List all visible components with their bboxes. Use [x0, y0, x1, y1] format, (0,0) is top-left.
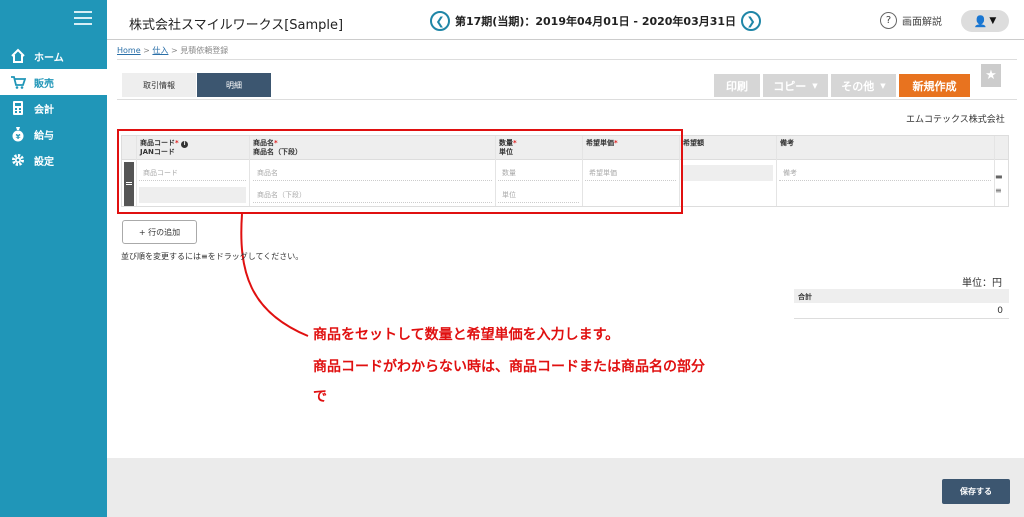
- menu-icon[interactable]: [74, 11, 92, 25]
- breadcrumb-current: 見積依頼登録: [180, 46, 229, 55]
- header-label: 希望額: [683, 139, 704, 147]
- print-button[interactable]: 印刷: [714, 74, 760, 97]
- header-note: 備考: [780, 139, 794, 148]
- copy-label: コピー: [773, 79, 807, 93]
- row-delete-icon[interactable]: ▬: [995, 172, 1005, 181]
- sidebar-item-label: ホーム: [34, 52, 64, 64]
- tab-transaction-info[interactable]: 取引情報: [122, 73, 196, 97]
- sidebar-item-sales[interactable]: 販売: [0, 69, 107, 95]
- bookmark-star-icon[interactable]: ★: [981, 64, 1001, 87]
- annotation-line-2: 商品コードがわからない時は、商品コードまたは商品名の部分: [313, 359, 705, 375]
- divider: [776, 136, 777, 206]
- footer-bar: [107, 458, 1024, 517]
- copy-button[interactable]: コピー ▼: [763, 74, 828, 97]
- annotation-line-1: 商品をセットして数量と希望単価を入力します。: [313, 327, 620, 343]
- chevron-down-icon: ▼: [989, 16, 997, 26]
- user-icon: 👤: [973, 14, 988, 28]
- period-label: 第17期(当期)：2019年04月01日 - 2020年03月31日: [455, 15, 737, 28]
- divider: [994, 136, 995, 206]
- divider: [117, 99, 1017, 100]
- sidebar-item-settings[interactable]: 設定: [0, 147, 107, 173]
- breadcrumb-separator: >: [168, 46, 181, 55]
- breadcrumb: Home > 仕入 > 見積依頼登録: [117, 45, 228, 56]
- save-button[interactable]: 保存する: [942, 479, 1010, 504]
- period-selector: ❮ 第17期(当期)：2019年04月01日 - 2020年03月31日 ❯: [430, 10, 762, 32]
- add-row-button[interactable]: + 行の追加: [122, 220, 197, 244]
- row-drag-icon[interactable]: ≡: [995, 186, 1005, 195]
- chevron-down-icon: ▼: [812, 81, 818, 90]
- annotation-pointer: [240, 213, 309, 337]
- sidebar-item-payroll[interactable]: ¥ 給与: [0, 121, 107, 147]
- annotation-line-3: で: [313, 389, 327, 405]
- supplier-name: エムコテックス株式会社: [906, 115, 1005, 125]
- company-name: 株式会社スマイルワークス[Sample]: [129, 18, 344, 33]
- divider: [117, 59, 1017, 60]
- home-icon: [10, 48, 26, 64]
- gear-icon: [10, 152, 26, 168]
- header-label: 備考: [780, 139, 794, 147]
- money-bag-icon: ¥: [10, 126, 26, 142]
- svg-text:¥: ¥: [16, 133, 21, 141]
- breadcrumb-separator: >: [140, 46, 153, 55]
- help-label: 画面解説: [902, 17, 942, 28]
- sidebar-item-label: 給与: [34, 130, 54, 142]
- reorder-hint: 並び順を変更するには≡をドラッグしてください。: [121, 252, 304, 261]
- top-header: 株式会社スマイルワークス[Sample] ❮ 第17期(当期)：2019年04月…: [107, 0, 1024, 40]
- sidebar-item-home[interactable]: ホーム: [0, 43, 107, 69]
- other-label: その他: [841, 79, 875, 93]
- unit-label: 単位：円: [962, 278, 1002, 289]
- question-icon: ?: [880, 12, 897, 29]
- chevron-down-icon: ▼: [880, 81, 886, 90]
- total-value: 0: [794, 303, 1009, 319]
- breadcrumb-home[interactable]: Home: [117, 46, 141, 55]
- sidebar-item-accounting[interactable]: 会計: [0, 95, 107, 121]
- note-input[interactable]: 備考: [779, 165, 991, 181]
- sidebar-item-label: 設定: [34, 156, 54, 168]
- sidebar-item-label: 会計: [34, 104, 54, 116]
- calculator-icon: [10, 100, 26, 116]
- header-desired-amount: 希望額: [683, 139, 704, 148]
- new-button[interactable]: 新規作成: [899, 74, 970, 97]
- other-menu-button[interactable]: その他 ▼: [831, 74, 896, 97]
- cart-icon: [10, 74, 26, 90]
- desired-amount-field: [682, 165, 773, 181]
- help-button[interactable]: ? 画面解説: [880, 12, 942, 29]
- next-period-button[interactable]: ❯: [741, 11, 762, 31]
- user-menu-button[interactable]: 👤 ▼: [961, 10, 1009, 32]
- total-label: 合計: [794, 289, 1009, 303]
- tab-details[interactable]: 明細: [197, 73, 271, 97]
- breadcrumb-purchase[interactable]: 仕入: [152, 46, 168, 55]
- annotation-highlight-box: [117, 129, 683, 214]
- prev-period-button[interactable]: ❮: [430, 11, 450, 31]
- sidebar: ホーム 販売 会計 ¥ 給与 設定: [0, 0, 107, 517]
- sidebar-item-label: 販売: [34, 78, 54, 90]
